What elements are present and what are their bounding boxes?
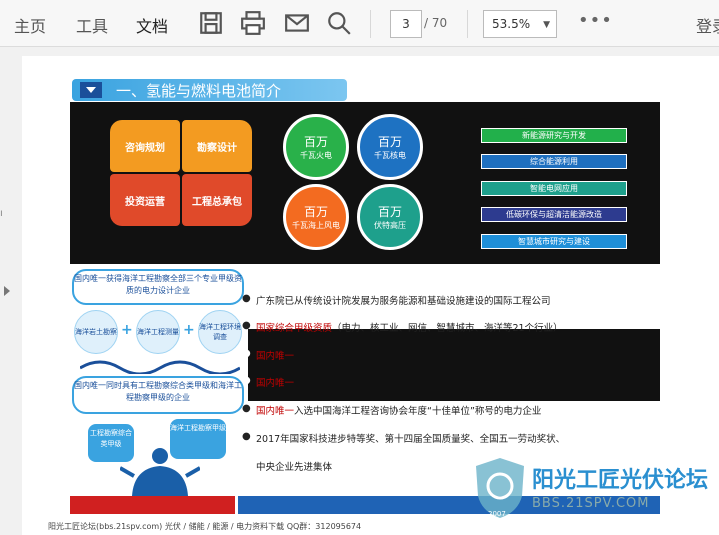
circle-offshore-wind: 百万 千瓦海上风电 <box>283 184 349 250</box>
watermark-url: BBS.21SPV.COM <box>532 496 650 511</box>
bullet-item: ● 国内唯一 <box>242 375 295 389</box>
toolbar-divider <box>467 10 468 38</box>
circle-uhv: 百万 伏特高压 <box>357 184 423 250</box>
wave-icon <box>80 360 240 374</box>
gear-label: 工程总承包 <box>192 196 242 208</box>
bullet-item: ● 广东院已从传统设计院发展为服务能源和基础设施建设的国际工程公司 <box>242 293 551 307</box>
toolbar-divider <box>370 10 371 38</box>
document-page: 一、氢能与燃料电池简介 咨询规划 勘察设计 投资运营 工程总承包 百万 千瓦火电 … <box>22 56 719 535</box>
watermark-year: 2007 <box>488 510 506 518</box>
bar-smart-city: 智慧城市研究与建设 <box>481 234 627 249</box>
more-options-button[interactable]: ••• <box>578 10 613 31</box>
login-button[interactable]: 登录 <box>696 13 719 37</box>
bar-integrated-energy: 综合能源利用 <box>481 154 627 169</box>
highlight-panel <box>248 329 660 401</box>
menu-home[interactable]: 主页 <box>14 13 46 37</box>
top-toolbar: 主页 工具 文档 3 / 70 53.5% ▼ ••• 登录 <box>0 0 719 47</box>
gear-label: 勘察设计 <box>197 142 237 154</box>
gear-epc: 工程总承包 <box>182 174 252 226</box>
bullet-item: ● 国家综合甲级资质（电力、核工业、网信、智慧城市、海洋等21个行业） <box>242 320 563 334</box>
print-icon[interactable] <box>240 10 266 36</box>
left-edge-mark: ı <box>0 208 3 219</box>
qualification-mid-box: 国内唯一同时具有工程勘察综合类甲级和海洋工程勘察甲级的企业 <box>72 376 244 414</box>
circle-geotech: 海洋岩土勘察 <box>74 310 118 354</box>
capability-panel: 咨询规划 勘察设计 投资运营 工程总承包 百万 千瓦火电 百万 千瓦核电 百万 千瓦海… <box>70 102 660 264</box>
search-icon[interactable] <box>326 10 352 36</box>
ocean-qualification-panel: 国内唯一获得海洋工程勘察全部三个专业甲级资质的电力设计企业 海洋岩土勘察 + 海… <box>70 264 248 496</box>
gear-consulting: 咨询规划 <box>110 120 180 172</box>
menu-tools[interactable]: 工具 <box>76 13 108 37</box>
zoom-select[interactable]: 53.5% ▼ <box>483 10 557 38</box>
bullet-item: ● 2017年国家科技进步特等奖、第十四届全国质量奖、全国五一劳动奖状、 <box>242 431 566 445</box>
gear-label: 投资运营 <box>125 196 165 208</box>
section-title: 一、氢能与燃料电池简介 <box>116 82 282 100</box>
plus-icon: + <box>183 322 195 338</box>
watermark-title: 阳光工匠光伏论坛 <box>532 468 709 493</box>
chevron-down-icon: ▼ <box>543 20 550 30</box>
qualification-top-box: 国内唯一获得海洋工程勘察全部三个专业甲级资质的电力设计企业 <box>72 269 244 305</box>
circle-survey: 海洋工程测量 <box>136 310 180 354</box>
collapse-triangle-icon <box>80 82 102 98</box>
bar-new-energy: 新能源研究与开发 <box>481 128 627 143</box>
circle-thermal: 百万 千瓦火电 <box>283 114 349 180</box>
footer-red-segment <box>70 496 235 514</box>
zoom-value: 53.5% <box>492 17 531 31</box>
circle-nuclear: 百万 千瓦核电 <box>357 114 423 180</box>
page-footer-text: 阳光工匠论坛(bbs.21spv.com) 光伏 / 储能 / 能源 / 电力资… <box>48 522 362 531</box>
page-total: / 70 <box>424 16 448 30</box>
bullet-item: ● 国内唯一 <box>242 348 295 362</box>
gear-label: 咨询规划 <box>125 142 165 154</box>
sidebar-expand-icon[interactable] <box>4 286 10 296</box>
bar-low-carbon: 低碳环保与超清洁能源改造 <box>481 207 627 222</box>
plus-icon: + <box>121 322 133 338</box>
mail-icon[interactable] <box>284 10 310 36</box>
bullet-item: ● 国内唯一入选中国海洋工程咨询协会年度“十佳单位”称号的电力企业 <box>242 403 542 417</box>
save-icon[interactable] <box>198 10 224 36</box>
gear-design: 勘察设计 <box>182 120 252 172</box>
bullet-item-continued: 中央企业先进集体 <box>256 462 333 473</box>
forum-watermark: 2007 阳光工匠光伏论坛 BBS.21SPV.COM <box>474 456 714 526</box>
circle-environment: 海洋工程环境调查 <box>198 310 242 354</box>
bar-smart-grid: 智能电网应用 <box>481 181 627 196</box>
section-header: 一、氢能与燃料电池简介 <box>72 79 347 101</box>
gear-investment: 投资运营 <box>110 174 180 226</box>
page-number-input[interactable]: 3 <box>390 10 422 38</box>
menu-document[interactable]: 文档 <box>136 13 168 37</box>
person-icon <box>120 448 200 496</box>
